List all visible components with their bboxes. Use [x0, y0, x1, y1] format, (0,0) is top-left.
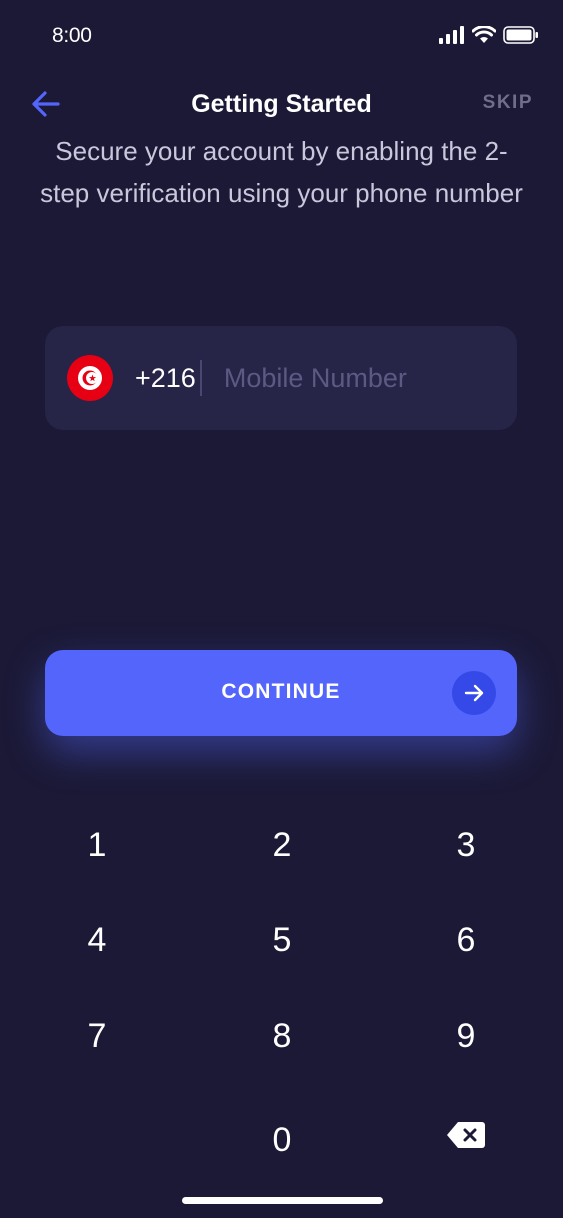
arrow-right-icon [452, 671, 496, 715]
key-5[interactable]: 5 [222, 900, 342, 980]
tunisia-flag-icon[interactable] [67, 355, 113, 401]
backspace-icon [447, 1122, 485, 1148]
key-8[interactable]: 8 [222, 996, 342, 1076]
wifi-icon [472, 26, 496, 43]
subtitle: Secure your account by enabling the 2-st… [40, 136, 523, 208]
continue-button[interactable]: CONTINUE [45, 650, 517, 736]
mobile-number-input[interactable] [221, 361, 486, 395]
status-time: 8:00 [52, 24, 92, 47]
getting-started-screen: 8:00 Getting Started SKIP Secure your ac… [0, 0, 563, 1218]
phone-number-field[interactable]: +216 [45, 326, 517, 430]
text-caret [199, 360, 202, 396]
page-title: Getting Started [191, 90, 372, 118]
key-4[interactable]: 4 [37, 900, 157, 980]
country-code[interactable]: +216 [135, 363, 196, 394]
home-indicator [182, 1197, 383, 1204]
battery-icon [503, 26, 538, 44]
key-7[interactable]: 7 [37, 996, 157, 1076]
signal-icon [439, 26, 464, 44]
key-1[interactable]: 1 [37, 805, 157, 885]
continue-label: CONTINUE [221, 680, 341, 703]
delete-key[interactable] [406, 1095, 526, 1175]
key-2[interactable]: 2 [222, 805, 342, 885]
key-6[interactable]: 6 [406, 900, 526, 980]
key-0[interactable]: 0 [222, 1100, 342, 1180]
key-9[interactable]: 9 [406, 996, 526, 1076]
status-icons [439, 26, 539, 44]
key-3[interactable]: 3 [406, 805, 526, 885]
skip-button[interactable]: SKIP [483, 92, 533, 114]
